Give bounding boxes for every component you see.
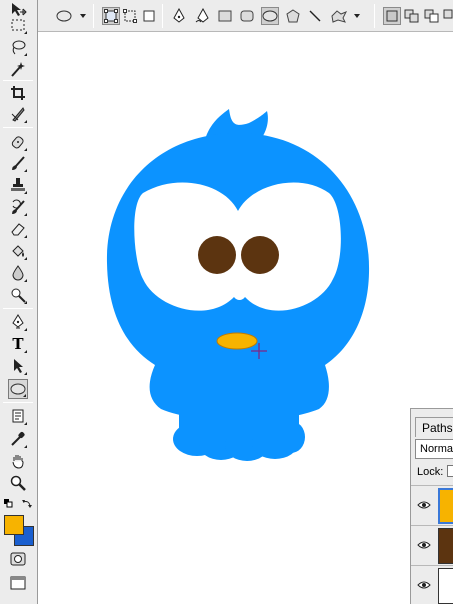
bird-pupil-right	[241, 236, 279, 274]
pen-icon[interactable]	[170, 7, 188, 25]
layer-row[interactable]	[411, 525, 453, 565]
shape-layers-icon[interactable]	[102, 7, 120, 25]
intersect-shape-icon[interactable]	[443, 7, 453, 25]
magic-wand-icon[interactable]	[8, 59, 28, 79]
layer-row[interactable]	[411, 485, 453, 525]
document-canvas[interactable]	[39, 33, 453, 604]
fill-pixels-icon[interactable]	[140, 7, 158, 25]
lock-label: Lock:	[417, 466, 444, 478]
eye-icon[interactable]	[416, 578, 432, 592]
foreground-color-swatch[interactable]	[4, 515, 24, 535]
add-to-shape-icon[interactable]	[403, 7, 421, 25]
layer-thumbnail	[438, 528, 453, 564]
options-bar	[0, 0, 453, 32]
notes-icon[interactable]	[8, 406, 28, 426]
blur-icon[interactable]	[8, 263, 28, 283]
pen-tool-icon[interactable]	[8, 312, 28, 332]
lasso-icon[interactable]	[8, 37, 28, 57]
rectangle-icon[interactable]	[216, 7, 234, 25]
layer-row[interactable]	[411, 565, 453, 604]
photoshop-window: T Paths Normal Lock:	[0, 0, 453, 604]
hand-icon[interactable]	[8, 451, 28, 471]
eraser-icon[interactable]	[8, 219, 28, 239]
line-icon[interactable]	[306, 7, 324, 25]
toolbox-divider	[3, 80, 33, 81]
options-divider	[374, 4, 375, 28]
eye-icon[interactable]	[416, 538, 432, 552]
screen-mode-icon[interactable]	[8, 573, 28, 593]
create-new-shape-icon[interactable]	[383, 7, 401, 25]
toolbox-divider	[3, 402, 33, 403]
custom-shape-dropdown-arrow-icon[interactable]	[354, 14, 360, 18]
layer-thumbnail	[438, 488, 453, 524]
options-divider	[162, 4, 163, 28]
bird-leg	[179, 403, 299, 439]
lock-transparency-checkbox[interactable]	[447, 465, 453, 477]
paint-bucket-icon[interactable]	[8, 241, 28, 261]
clone-stamp-icon[interactable]	[8, 175, 28, 195]
toolbox-divider	[3, 127, 33, 128]
freeform-pen-icon[interactable]	[194, 7, 212, 25]
layer-thumbnail	[438, 568, 453, 604]
dodge-icon[interactable]	[8, 285, 28, 305]
healing-brush-icon[interactable]	[8, 132, 28, 152]
swap-colors-icon[interactable]	[21, 498, 33, 513]
preset-dropdown-arrow-icon[interactable]	[80, 14, 86, 18]
slice-icon[interactable]	[8, 104, 28, 124]
bird-pupil-left	[198, 236, 236, 274]
rounded-rectangle-icon[interactable]	[238, 7, 256, 25]
ellipse-icon[interactable]	[261, 7, 279, 25]
eyedropper-icon[interactable]	[8, 429, 28, 449]
history-brush-icon[interactable]	[8, 197, 28, 217]
tab-paths[interactable]: Paths	[415, 417, 453, 437]
ellipse-preset-icon[interactable]	[52, 7, 76, 25]
subtract-from-shape-icon[interactable]	[423, 7, 441, 25]
zoom-icon[interactable]	[8, 473, 28, 493]
type-tool-icon[interactable]: T	[8, 334, 28, 354]
bird-artwork	[106, 109, 370, 461]
paths-icon[interactable]	[121, 7, 139, 25]
brush-icon[interactable]	[8, 153, 28, 173]
polygon-icon[interactable]	[284, 7, 302, 25]
crop-icon[interactable]	[8, 83, 28, 103]
options-divider	[93, 4, 94, 28]
layers-panel: Paths Normal Lock:	[410, 408, 453, 604]
toolbox-divider	[3, 308, 33, 309]
default-colors-icon[interactable]	[3, 498, 13, 511]
quick-mask-icon[interactable]	[8, 549, 28, 569]
eye-icon[interactable]	[416, 498, 432, 512]
marquee-icon[interactable]	[8, 15, 28, 35]
toolbox: T	[0, 0, 38, 604]
path-selection-icon[interactable]	[8, 356, 28, 376]
blend-mode-select[interactable]: Normal	[415, 439, 453, 459]
ellipse-tool-icon[interactable]	[8, 379, 28, 399]
type-tool-glyph: T	[12, 334, 24, 353]
custom-shape-icon[interactable]	[330, 7, 348, 25]
bird-beak	[216, 332, 258, 350]
